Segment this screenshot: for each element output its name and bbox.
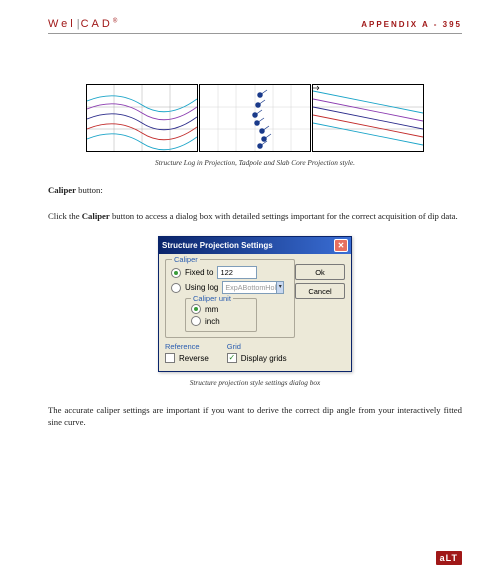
cancel-button[interactable]: Cancel (295, 283, 345, 299)
dialog-buttons: Ok Cancel (295, 264, 345, 302)
radio-label: Fixed to (185, 268, 213, 277)
dialog-titlebar[interactable]: Structure Projection Settings ✕ (159, 237, 351, 254)
check-label: Display grids (241, 354, 287, 363)
group-label: Caliper unit (191, 294, 233, 303)
tadpole-panel (199, 84, 311, 152)
radio-label: mm (205, 305, 218, 314)
figure-row (48, 84, 462, 152)
page-number: APPENDIX A - 395 (361, 20, 462, 29)
dialog-title: Structure Projection Settings (162, 241, 273, 250)
text: button to access a dialog box with detai… (110, 211, 458, 221)
check-display-grids[interactable]: ✓ (227, 353, 237, 363)
slab-core-panel (312, 84, 424, 152)
chevron-down-icon: ▾ (276, 282, 283, 293)
bold-text: Caliper (48, 185, 76, 195)
logo-separator: | (77, 18, 80, 30)
unit-group: Caliper unit mm inch (185, 298, 257, 332)
figure-caption-2: Structure projection style settings dial… (48, 378, 462, 387)
log-combo[interactable]: ExpABottomHol ▾ (222, 281, 284, 294)
caliper-paragraph: Click the Caliper button to access a dia… (48, 211, 462, 223)
text: Click the (48, 211, 82, 221)
page-header: Wel|CAD® APPENDIX A - 395 (48, 18, 462, 34)
caliper-heading: Caliper button: (48, 185, 462, 197)
final-paragraph: The accurate caliper settings are import… (48, 405, 462, 428)
radio-using-log[interactable] (171, 283, 181, 293)
text: button: (76, 185, 103, 195)
figure-caption-1: Structure Log in Projection, Tadpole and… (48, 158, 462, 167)
close-icon[interactable]: ✕ (334, 239, 348, 252)
column-label: Reference (165, 342, 209, 351)
check-reverse[interactable] (165, 353, 175, 363)
column-label: Grid (227, 342, 287, 351)
ok-button[interactable]: Ok (295, 264, 345, 280)
combo-placeholder: ExpABottomHol (225, 282, 276, 293)
caliper-group: Caliper Fixed to 122 Using log ExpABotto… (165, 259, 295, 338)
radio-fixed[interactable] (171, 268, 181, 278)
registered-mark: ® (113, 18, 117, 24)
reference-column: Reference Reverse (165, 342, 209, 365)
brand-logo: Wel|CAD® (48, 18, 117, 30)
group-label: Caliper (172, 255, 200, 264)
logo-part: CAD (81, 18, 113, 30)
radio-label: Using log (185, 283, 218, 292)
structure-projection-dialog: Structure Projection Settings ✕ Ok Cance… (158, 236, 352, 372)
radio-inch[interactable] (191, 316, 201, 326)
projection-panel (86, 84, 198, 152)
grid-column: Grid ✓ Display grids (227, 342, 287, 365)
footer-brand: aLT (436, 551, 462, 565)
fixed-value-input[interactable]: 122 (217, 266, 257, 279)
bold-text: Caliper (82, 211, 110, 221)
radio-mm[interactable] (191, 304, 201, 314)
logo-part: Wel (48, 18, 76, 30)
radio-label: inch (205, 317, 220, 326)
check-label: Reverse (179, 354, 209, 363)
